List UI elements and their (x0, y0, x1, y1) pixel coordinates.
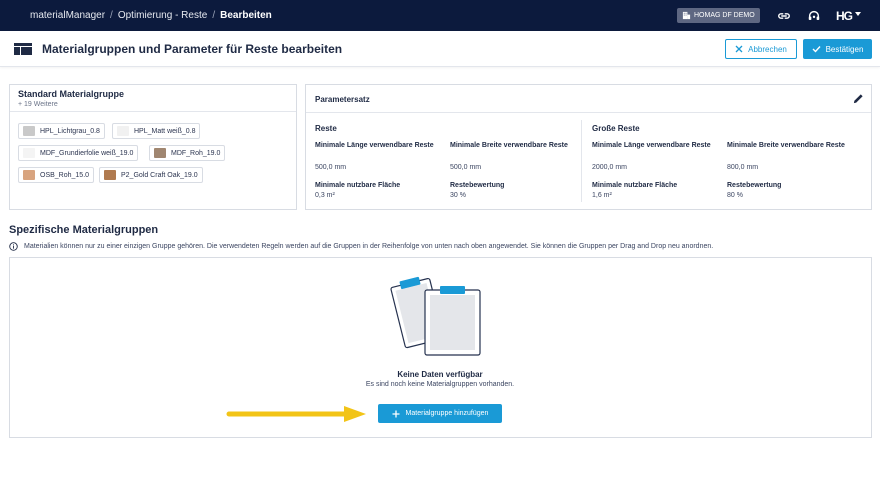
tenant-name: HOMAG DF DEMO (694, 12, 755, 19)
material-swatch (104, 170, 116, 180)
param-label: Minimale Breite verwendbare Reste (450, 142, 568, 149)
section-divider (581, 120, 582, 202)
param-value: 800,0 mm (727, 164, 759, 171)
building-icon (682, 11, 691, 20)
empty-state-title: Keine Daten verfügbar (397, 370, 483, 379)
material-label: OSB_Roh_15.0 (40, 171, 90, 179)
divider (306, 112, 871, 113)
info-message: Materialien können nur zu einer einzigen… (9, 242, 713, 251)
param-label: Minimale Länge verwendbare Reste (315, 142, 434, 149)
material-label: MDF_Roh_19.0 (171, 149, 221, 157)
standard-group-more[interactable]: + 19 Weitere (18, 101, 58, 108)
material-chip[interactable]: HPL_Lichtgrau_0.8 (18, 123, 105, 139)
page-header: Materialgruppen und Parameter für Reste … (0, 31, 880, 67)
param-value: 2000,0 mm (592, 164, 628, 171)
breadcrumb-material-manager[interactable]: materialManager (30, 10, 105, 21)
tenant-switcher[interactable]: HOMAG DF DEMO (677, 8, 760, 23)
material-chip[interactable]: P2_Gold Craft Oak_19.0 (99, 167, 203, 183)
parameter-set-card: Parametersatz Reste Minimale Länge verwe… (305, 84, 872, 210)
param-label: Minimale nutzbare Fläche (592, 182, 678, 189)
material-swatch (154, 148, 166, 158)
param-label: Minimale Länge verwendbare Reste (592, 142, 711, 149)
material-swatch (117, 126, 129, 136)
standard-group-card: Standard Materialgruppe + 19 Weitere HPL… (9, 84, 297, 210)
material-label: MDF_Grundierfolie weiß_19.0 (40, 149, 134, 157)
check-icon (812, 46, 821, 53)
material-chip[interactable]: MDF_Roh_19.0 (149, 145, 226, 161)
clipboard-illustration-icon (390, 276, 481, 356)
divider (10, 111, 296, 112)
param-label: Minimale nutzbare Fläche (315, 182, 401, 189)
param-value: 500,0 mm (315, 164, 347, 171)
brand-logo[interactable]: HG (836, 9, 853, 23)
support-headset-icon[interactable] (807, 9, 821, 23)
param-value: 1,6 m² (592, 192, 612, 199)
info-text: Materialien können nur zu einer einzigen… (24, 243, 714, 250)
section-title-grosse-reste: Große Reste (592, 124, 640, 133)
breadcrumb-separator: / (110, 10, 113, 21)
param-value: 80 % (727, 192, 743, 199)
add-material-group-button[interactable]: Materialgruppe hinzufügen (378, 404, 502, 423)
material-label: HPL_Matt weiß_0.8 (134, 127, 196, 135)
plus-icon (392, 410, 400, 417)
material-chip[interactable]: OSB_Roh_15.0 (18, 167, 95, 183)
material-chip[interactable]: MDF_Grundierfolie weiß_19.0 (18, 145, 139, 161)
param-label: Restebewertung (727, 182, 782, 189)
breadcrumb-bearbeiten: Bearbeiten (220, 10, 272, 21)
breadcrumb-separator: / (212, 10, 216, 21)
cancel-label: Abbrechen (748, 44, 787, 54)
material-chip[interactable]: HPL_Matt weiß_0.8 (112, 123, 201, 139)
material-swatch (23, 170, 35, 180)
param-value: 500,0 mm (450, 164, 482, 171)
section-title-reste: Reste (315, 124, 337, 133)
cancel-button[interactable]: Abbrechen (725, 39, 797, 59)
material-label: HPL_Lichtgrau_0.8 (40, 127, 100, 135)
material-swatch (23, 126, 35, 136)
material-label: P2_Gold Craft Oak_19.0 (121, 171, 198, 179)
close-icon (735, 45, 743, 53)
parameter-set-title: Parametersatz (315, 95, 370, 104)
table-layout-icon (14, 43, 32, 55)
link-icon[interactable] (777, 9, 791, 23)
material-swatch (23, 148, 35, 158)
param-label: Minimale Breite verwendbare Reste (727, 142, 845, 149)
empty-state-subtitle: Es sind noch keine Materialgruppen vorha… (365, 381, 515, 388)
standard-group-title: Standard Materialgruppe (18, 89, 125, 99)
page-title: Materialgruppen und Parameter für Reste … (42, 42, 343, 56)
param-value: 0,3 m² (315, 192, 335, 199)
param-value: 30 % (450, 192, 466, 199)
chevron-down-icon[interactable] (855, 12, 861, 16)
param-label: Restebewertung (450, 182, 505, 189)
confirm-label: Bestätigen (825, 44, 864, 54)
specific-groups-title: Spezifische Materialgruppen (9, 224, 159, 236)
confirm-button[interactable]: Bestätigen (803, 39, 872, 59)
info-icon (9, 242, 18, 251)
breadcrumb-optimierung-reste[interactable]: Optimierung - Reste (118, 10, 207, 21)
arrow-right-icon (226, 406, 366, 422)
pencil-icon[interactable] (853, 93, 864, 104)
add-material-group-label: Materialgruppe hinzufügen (405, 410, 489, 417)
